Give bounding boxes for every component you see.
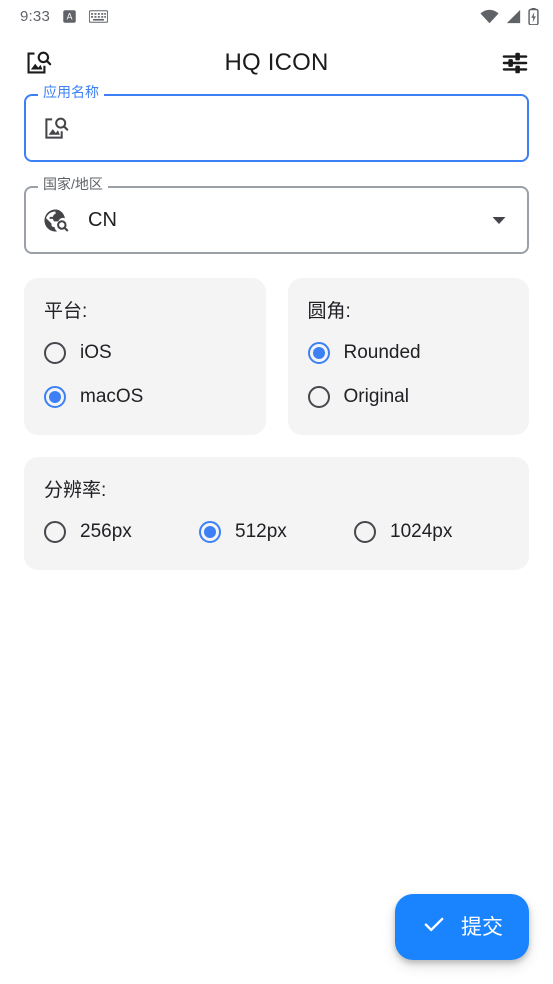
radio-label: 1024px	[390, 521, 453, 542]
resolution-card: 分辨率: 256px 512px 1024px	[24, 457, 529, 570]
resolution-option-1024[interactable]: 1024px	[354, 514, 509, 550]
platform-radio-group: iOS macOS	[44, 335, 246, 415]
submit-label: 提交	[461, 915, 503, 939]
radio-icon	[354, 521, 376, 543]
resolution-title: 分辨率:	[44, 480, 107, 501]
resolution-radio-group: 256px 512px 1024px	[44, 514, 509, 550]
travel-explore-icon	[40, 205, 70, 235]
radio-icon	[307, 386, 330, 408]
svg-text:A: A	[67, 11, 73, 21]
app-name-field[interactable]: 应用名称	[24, 85, 529, 162]
radio-label: macOS	[80, 386, 144, 407]
radio-label: Original	[343, 386, 409, 407]
app-name-label: 应用名称	[38, 85, 104, 99]
tune-icon[interactable]	[493, 41, 537, 85]
corner-radius-card: 圆角: Rounded Original	[287, 278, 529, 435]
platform-option-ios[interactable]: iOS	[44, 335, 246, 371]
corner-option-original[interactable]: Original	[307, 379, 510, 415]
keyboard-icon	[89, 9, 108, 23]
image-search-icon[interactable]	[16, 41, 60, 85]
app-name-input[interactable]	[78, 108, 513, 148]
check-icon	[421, 911, 447, 943]
status-time: 9:33	[20, 7, 50, 25]
radio-selected-icon	[307, 342, 330, 364]
platform-card: 平台: iOS macOS	[24, 278, 266, 435]
radio-icon	[44, 342, 66, 364]
battery-charging-icon	[528, 7, 539, 25]
radio-selected-icon	[199, 521, 221, 543]
resolution-option-512[interactable]: 512px	[199, 514, 354, 550]
submit-button[interactable]: 提交	[395, 894, 529, 960]
resolution-option-256[interactable]: 256px	[44, 514, 199, 550]
image-search-icon	[40, 113, 70, 143]
country-region-field[interactable]: 国家/地区 CN	[24, 177, 529, 254]
radio-selected-icon	[44, 386, 66, 408]
country-region-label: 国家/地区	[38, 177, 108, 191]
corner-radius-title: 圆角:	[307, 301, 351, 322]
status-bar-left: 9:33 A	[20, 8, 108, 25]
radio-icon	[44, 521, 66, 543]
dropdown-caret-icon[interactable]	[485, 206, 513, 234]
corner-radius-radio-group: Rounded Original	[307, 335, 510, 415]
corner-option-rounded[interactable]: Rounded	[307, 335, 510, 371]
options-row: 平台: iOS macOS 圆角: Rounded Original	[24, 278, 529, 435]
platform-option-macos[interactable]: macOS	[44, 379, 246, 415]
platform-title: 平台:	[44, 301, 88, 322]
radio-label: Rounded	[343, 342, 421, 363]
form-content: 应用名称 国家/地区 CN 平台: iOS macOS 圆角: Rounded …	[0, 85, 553, 570]
status-bar-right	[480, 7, 539, 25]
letter-a-badge-icon: A	[62, 9, 77, 24]
status-bar: 9:33 A	[0, 0, 553, 32]
radio-label: iOS	[80, 342, 112, 363]
wifi-icon	[480, 9, 499, 24]
country-region-value: CN	[88, 208, 117, 231]
page-title: HQ ICON	[224, 49, 329, 76]
radio-label: 512px	[235, 521, 287, 542]
radio-label: 256px	[80, 521, 132, 542]
cell-signal-icon	[505, 9, 522, 24]
